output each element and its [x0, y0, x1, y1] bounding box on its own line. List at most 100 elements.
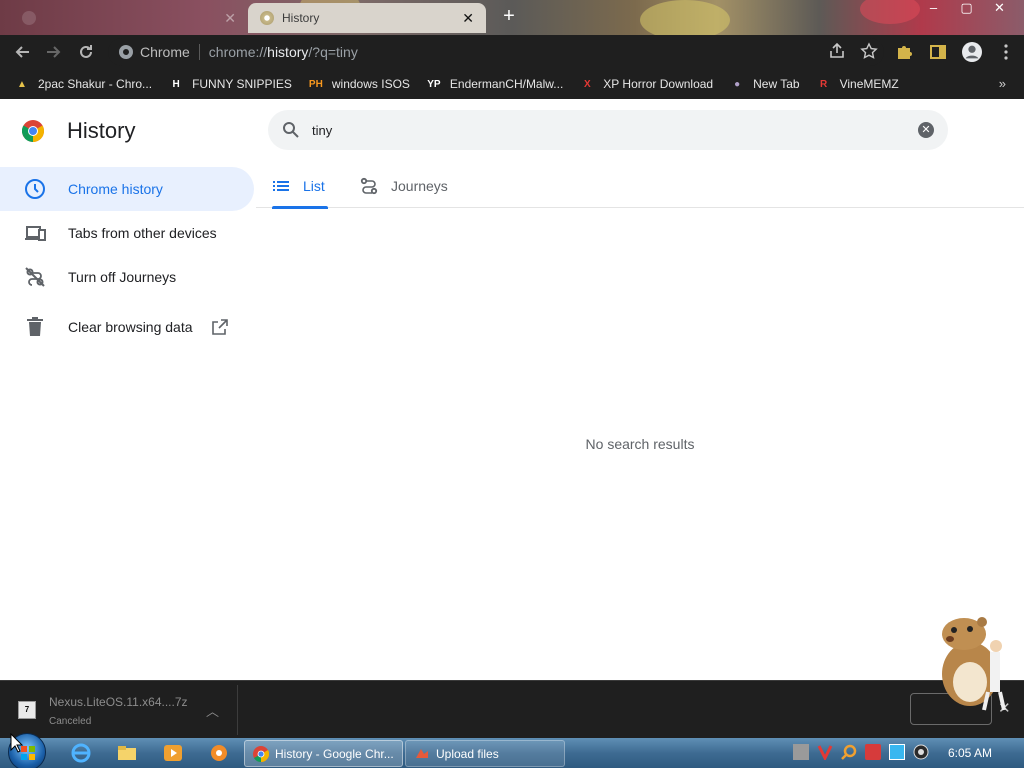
site-label: Chrome	[140, 44, 190, 60]
side-panel-button[interactable]	[928, 42, 948, 62]
taskbar-item-upload[interactable]: Upload files	[405, 740, 565, 767]
new-tab-button[interactable]: +	[498, 5, 520, 27]
bookmark-label: windows ISOS	[331, 77, 410, 91]
share-icon[interactable]	[828, 42, 846, 60]
list-icon	[273, 181, 289, 191]
bookmark-label: EndermanCH/Malw...	[449, 77, 564, 91]
url-query: /?q=tiny	[308, 44, 358, 60]
system-tray	[793, 744, 929, 762]
omnibox-actions	[828, 42, 878, 60]
bookmark-2pac-icon: ▲	[17, 78, 27, 90]
bookmark-ph-icon: PH	[308, 78, 323, 90]
upload-icon	[416, 748, 428, 758]
bookmark-item[interactable]: ▲ 2pac Shakur - Chro...	[14, 76, 152, 92]
page-title: History	[67, 118, 136, 143]
sidebar-item-clear-browsing-data[interactable]: Clear browsing data	[0, 305, 254, 349]
taskbar-clock[interactable]: 6:05 AM	[948, 746, 992, 760]
bookmark-label: 2pac Shakur - Chro...	[38, 77, 153, 91]
url-host: history	[267, 44, 309, 60]
minimize-button[interactable]: –	[917, 0, 950, 18]
sidebar-item-label: Tabs from other devices	[68, 225, 217, 241]
devices-icon	[25, 226, 46, 241]
close-window-button[interactable]: ✕	[983, 0, 1016, 18]
no-results-message: No search results	[585, 436, 695, 452]
tab-journeys[interactable]: Journeys	[360, 164, 456, 208]
clock-icon	[25, 179, 45, 199]
profile-button[interactable]	[962, 42, 982, 62]
close-icon[interactable]: ✕	[462, 10, 474, 27]
flag-icon[interactable]	[865, 744, 881, 760]
download-status: Canceled	[49, 716, 92, 727]
download-item[interactable]: 7 Nexus.LiteOS.11.x64....7z Canceled ︿	[4, 685, 238, 735]
bookmarks-overflow-button[interactable]: »	[999, 76, 1006, 91]
journeys-off-icon	[25, 267, 45, 287]
sidebar-item-label: Clear browsing data	[68, 319, 193, 335]
tab-history[interactable]: History ✕	[248, 3, 486, 33]
tray-search-icon[interactable]	[841, 744, 857, 760]
bookmark-item[interactable]: R VineMEMZ	[816, 76, 899, 92]
bookmark-item[interactable]: ● New Tab	[729, 76, 800, 92]
tray-app-icon[interactable]	[793, 744, 809, 760]
internet-explorer-icon[interactable]	[70, 742, 92, 764]
close-icon[interactable]: ✕	[224, 10, 236, 27]
back-button[interactable]	[6, 36, 38, 68]
search-input[interactable]	[312, 119, 892, 141]
bookmark-label: FUNNY SNIPPIES	[192, 77, 292, 91]
volume-icon[interactable]	[913, 744, 929, 760]
chrome-favicon-icon	[260, 11, 274, 25]
app-launcher-icon[interactable]	[208, 742, 230, 764]
tab-downloads[interactable]: ✕	[10, 3, 248, 33]
bookmark-label: XP Horror Download	[603, 77, 714, 91]
download-file-name: Nexus.LiteOS.11.x64....7z	[49, 695, 188, 709]
active-tab-indicator	[272, 206, 328, 209]
puzzle-icon	[898, 46, 912, 59]
sidebar-item-chrome-history[interactable]: Chrome history	[0, 167, 254, 211]
monitor-icon[interactable]	[889, 744, 905, 760]
bookmark-item[interactable]: YP EndermanCH/Malw...	[426, 76, 563, 92]
avatar-icon	[962, 42, 982, 62]
folder-icon[interactable]	[116, 742, 138, 764]
journeys-icon	[360, 177, 378, 195]
wallpaper-splash	[640, 0, 730, 35]
taskbar-item-label: Upload files	[436, 746, 499, 761]
bookmark-item[interactable]: PH windows ISOS	[308, 76, 410, 92]
star-icon[interactable]	[860, 42, 878, 60]
bookmark-vine-icon: R	[819, 78, 828, 90]
address-bar[interactable]: Chrome chrome://history/?q=tiny	[108, 38, 884, 66]
arrow-right-icon	[47, 46, 61, 58]
forward-button[interactable]	[38, 36, 70, 68]
chrome-icon	[253, 745, 269, 762]
clear-search-button[interactable]: ✕	[918, 122, 934, 138]
sidebar-item-turn-off-journeys[interactable]: Turn off Journeys	[0, 255, 254, 299]
arrow-left-icon	[15, 46, 29, 58]
browser-toolbar: Chrome chrome://history/?q=tiny	[0, 35, 1024, 69]
extensions-button[interactable]	[894, 42, 914, 62]
bookmark-item[interactable]: H FUNNY SNIPPIES	[168, 76, 292, 92]
bookmark-item[interactable]: X XP Horror Download	[579, 76, 713, 92]
taskbar-item-chrome[interactable]: History - Google Chr...	[244, 740, 403, 767]
wallpaper-splash	[860, 0, 920, 24]
media-player-icon[interactable]	[162, 742, 184, 764]
bookmark-newtab-icon: ●	[734, 78, 741, 90]
menu-button[interactable]	[996, 42, 1016, 62]
sidebar-item-label: Chrome history	[68, 181, 163, 197]
windows-taskbar: History - Google Chr... Upload files 6:0…	[0, 733, 1024, 768]
history-search-box[interactable]: ✕	[268, 110, 948, 150]
trash-icon	[27, 317, 43, 336]
tab-strip: ✕ History ✕ + – ▢ ✕	[0, 0, 1024, 35]
bookmark-label: New Tab	[753, 77, 800, 91]
taskbar-item-label: History - Google Chr...	[275, 746, 394, 761]
separator	[198, 44, 200, 60]
sidebar-item-label: Turn off Journeys	[68, 269, 177, 285]
search-icon	[283, 122, 299, 138]
bookmarks-bar: ▲ 2pac Shakur - Chro... H FUNNY SNIPPIES PH w…	[0, 69, 1024, 99]
bookmark-x-icon: X	[583, 78, 591, 90]
tab-list[interactable]: List	[272, 164, 328, 209]
maximize-button[interactable]: ▢	[950, 0, 983, 18]
history-tabs: List Journeys	[256, 164, 1024, 209]
sidebar-item-other-devices[interactable]: Tabs from other devices	[0, 211, 254, 255]
reload-button[interactable]	[70, 36, 102, 68]
tray-v-icon[interactable]	[817, 744, 833, 762]
chevron-up-icon[interactable]: ︿	[206, 701, 219, 720]
mouse-cursor-icon	[10, 733, 24, 753]
